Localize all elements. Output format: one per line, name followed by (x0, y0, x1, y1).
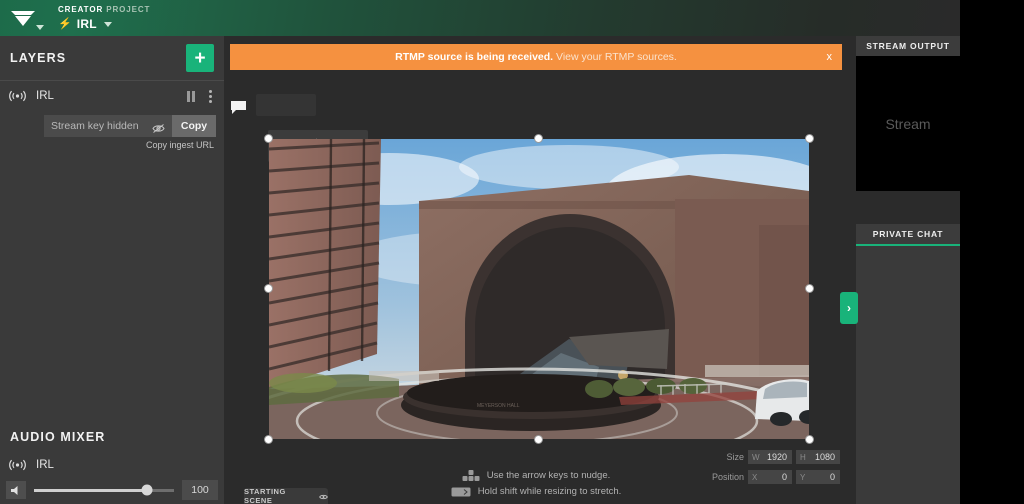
audio-mixer-header: AUDIO MIXER (0, 420, 224, 454)
height-field[interactable]: H 1080 (796, 450, 840, 464)
chevron-right-icon: › (847, 301, 851, 315)
height-prefix: H (800, 452, 806, 462)
resize-handle-bottom-center[interactable] (534, 435, 543, 444)
eye-off-icon[interactable] (152, 121, 165, 133)
stream-key-value: Stream key hidden (51, 120, 139, 132)
scene-tab-starting-scene[interactable]: STARTING SCENE (244, 487, 328, 504)
header-filler (960, 0, 1024, 36)
resize-handle-top-right[interactable] (805, 134, 814, 143)
chat-bubble-icon[interactable] (230, 100, 247, 115)
resize-handle-top-center[interactable] (534, 134, 543, 143)
volume-slider-fill (34, 488, 148, 492)
stream-output-title: STREAM OUTPUT (866, 41, 950, 51)
top-header: CREATOR PROJECT ⚡ IRL (0, 0, 960, 36)
stream-key-field[interactable]: Stream key hidden (44, 115, 172, 137)
scene-tab-label: STARTING SCENE (244, 487, 286, 504)
chevron-down-icon (103, 21, 112, 27)
selected-layer-frame[interactable]: MEYERSON HALL (264, 134, 814, 444)
private-chat-body[interactable] (856, 246, 960, 504)
left-sidebar: LAYERS + IRL Stream key hidden Copy Copy… (0, 36, 224, 504)
copy-label: Copy (180, 120, 208, 132)
banner-link[interactable]: View your RTMP sources. (556, 51, 677, 63)
audio-mixer-panel: AUDIO MIXER IRL 100 (0, 420, 224, 504)
stream-key-row: Stream key hidden Copy (0, 115, 224, 137)
speaker-icon[interactable] (6, 481, 26, 499)
expand-panel-button[interactable]: › (840, 292, 858, 324)
volume-control-row: 100 (0, 476, 224, 504)
right-black-filler (960, 36, 1024, 504)
hint-stretch-text: Hold shift while resizing to stretch. (477, 486, 622, 497)
app-root: CREATOR PROJECT ⚡ IRL LAYERS + IRL Strea… (0, 0, 1024, 504)
hidden-control-placeholder (256, 94, 316, 116)
stream-placeholder-text: Stream (885, 115, 931, 132)
resize-handle-bottom-right[interactable] (805, 435, 814, 444)
volume-slider[interactable] (34, 484, 174, 496)
stream-output-preview[interactable]: Stream (856, 56, 960, 191)
eye-icon[interactable] (319, 487, 328, 504)
layer-item-irl[interactable]: IRL (0, 81, 224, 111)
project-breadcrumb: CREATOR PROJECT (58, 4, 151, 14)
layer-name: IRL (36, 90, 54, 102)
right-panel: STREAM OUTPUT Stream PRIVATE CHAT (848, 36, 960, 504)
layers-header: LAYERS + (0, 36, 224, 80)
shift-key-icon (451, 487, 471, 497)
arrow-keys-icon (462, 470, 480, 481)
add-layer-button[interactable]: + (186, 44, 214, 72)
project-name: IRL (76, 16, 97, 31)
banner-message: RTMP source is being received. (395, 51, 554, 63)
resize-handle-middle-right[interactable] (805, 284, 814, 293)
mixer-channel-irl[interactable]: IRL (0, 454, 224, 476)
copy-ingest-url-link[interactable]: Copy ingest URL (146, 140, 214, 150)
ingest-url-row: Copy ingest URL (0, 137, 224, 150)
video-preview-image[interactable]: MEYERSON HALL (269, 139, 809, 439)
height-value: 1080 (814, 452, 835, 462)
project-label: PROJECT (106, 4, 151, 14)
size-label: Size (726, 452, 744, 462)
resize-handle-top-left[interactable] (264, 134, 273, 143)
bolt-icon: ⚡ (58, 17, 72, 30)
main-canvas-area: RTMP source is being received. View your… (224, 36, 848, 504)
private-chat-header[interactable]: PRIVATE CHAT (856, 224, 960, 244)
hint-nudge-text: Use the arrow keys to nudge. (486, 470, 611, 481)
close-icon[interactable]: x (827, 51, 833, 63)
audio-mixer-title: AUDIO MIXER (10, 430, 106, 444)
size-row: Size W 1920 H 1080 (726, 450, 840, 464)
kebab-menu-icon[interactable] (205, 89, 216, 103)
volume-slider-knob[interactable] (141, 484, 153, 496)
width-value: 1920 (766, 452, 787, 462)
layers-title: LAYERS (10, 51, 67, 65)
volume-value[interactable]: 100 (182, 480, 218, 500)
pause-icon[interactable] (187, 90, 195, 102)
hint-nudge: Use the arrow keys to nudge. (224, 470, 848, 481)
chevron-down-icon (36, 25, 44, 30)
creator-label: CREATOR (58, 4, 104, 14)
broadcast-icon (8, 89, 26, 103)
broadcast-icon (8, 458, 26, 472)
stream-output-header: STREAM OUTPUT (856, 36, 960, 56)
copy-stream-key-button[interactable]: Copy (172, 115, 216, 137)
width-field[interactable]: W 1920 (748, 450, 792, 464)
private-chat-title: PRIVATE CHAT (872, 229, 944, 239)
project-selector[interactable]: CREATOR PROJECT ⚡ IRL (58, 4, 151, 31)
resize-handle-middle-left[interactable] (264, 284, 273, 293)
lightstream-logo-icon (10, 9, 36, 27)
width-prefix: W (752, 452, 760, 462)
svg-text:MEYERSON HALL: MEYERSON HALL (477, 403, 520, 409)
app-logo[interactable] (0, 0, 46, 36)
resize-handle-bottom-left[interactable] (264, 435, 273, 444)
rtmp-banner: RTMP source is being received. View your… (230, 44, 842, 70)
plus-icon: + (194, 47, 206, 69)
mixer-channel-name: IRL (36, 459, 54, 471)
